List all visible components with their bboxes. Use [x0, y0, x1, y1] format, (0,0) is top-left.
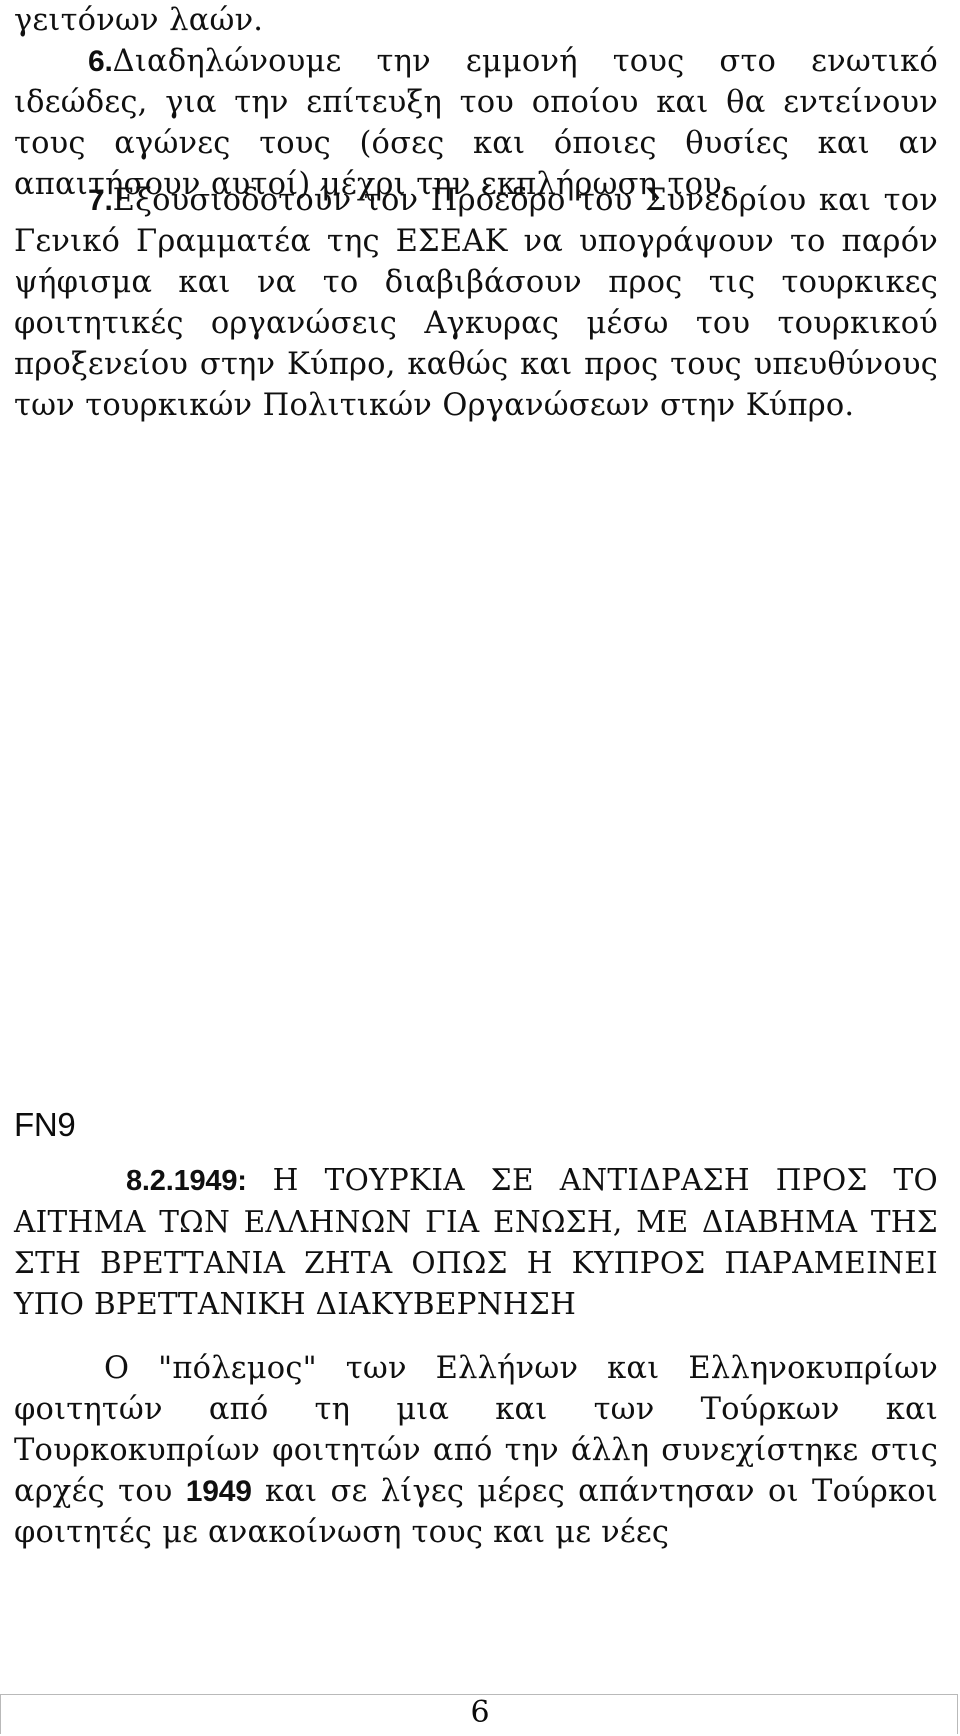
item-6-text: Διαδηλώνουμε την εμμονή τους στο ενωτικό… [14, 44, 938, 202]
paragraph-continued-line: γειτόνων λαών. [14, 0, 938, 41]
item-7-text: Εξουσιοδοτούν τον Πρόεδρο του Συνεδρίου … [14, 183, 938, 423]
continued-sentence: γειτόνων λαών. [14, 3, 264, 38]
page-number: 6 [470, 1695, 490, 1730]
text-block-two: 7.Εξουσιοδοτούν τον Πρόεδρο του Συνεδρίο… [14, 180, 938, 426]
item-number-7: 7. [88, 184, 113, 217]
footnote-marker-fn9: FN9 [14, 1106, 76, 1143]
footnote-date: 8.2.1949: [126, 1165, 247, 1197]
item-number-6: 6. [88, 45, 113, 78]
closing-paragraph: Ο "πόλεμος" των Ελλήνων και Ελληνοκυπρίω… [14, 1348, 938, 1553]
text-block-one: γειτόνων λαών. 6.Διαδηλώνουμε την εμμονή… [14, 0, 938, 205]
numbered-item-7: 7.Εξουσιοδοτούν τον Πρόεδρο του Συνεδρίο… [14, 180, 938, 426]
closing-year: 1949 [185, 1475, 252, 1508]
document-page: γειτόνων λαών. 6.Διαδηλώνουμε την εμμονή… [0, 0, 960, 1736]
footnote-heading: 8.2.1949: Η ΤΟΥΡΚΙΑ ΣΕ ΑΝΤΙΔΡΑΣΗ ΠΡΟΣ ΤΟ… [14, 1160, 938, 1325]
